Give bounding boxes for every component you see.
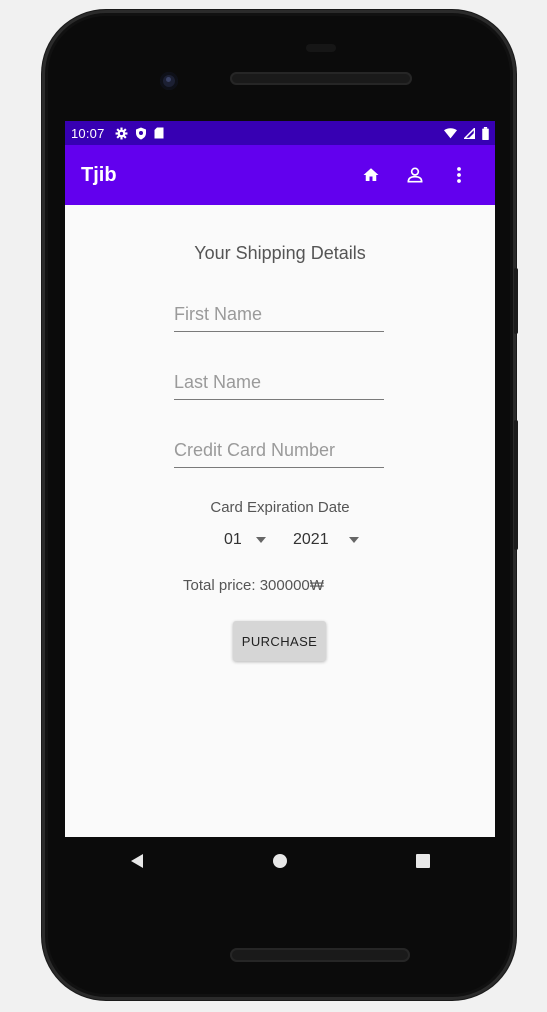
sd-card-icon bbox=[154, 127, 164, 139]
app-bar: Tjib bbox=[65, 145, 495, 205]
purchase-button[interactable]: PURCHASE bbox=[233, 621, 326, 661]
shield-icon bbox=[135, 127, 147, 140]
expiration-label: Card Expiration Date bbox=[210, 499, 350, 516]
volume-button[interactable] bbox=[514, 420, 518, 550]
status-time: 10:07 bbox=[71, 125, 105, 141]
app-title: Tjib bbox=[81, 163, 117, 186]
person-icon[interactable] bbox=[395, 155, 435, 195]
year-value: 2021 bbox=[293, 531, 329, 548]
device-screen: 10:07 Tjib Your Shipping Details First N… bbox=[65, 121, 495, 837]
first-name-field[interactable] bbox=[174, 299, 384, 332]
recents-icon[interactable] bbox=[399, 837, 447, 885]
month-value: 01 bbox=[224, 531, 242, 548]
total-price: Total price: 300000₩ bbox=[183, 577, 324, 594]
home-circle-icon[interactable] bbox=[256, 837, 304, 885]
dropdown-arrow-icon bbox=[348, 537, 359, 543]
wifi-icon bbox=[444, 127, 457, 139]
bottom-speaker bbox=[230, 948, 410, 962]
navigation-bar bbox=[65, 837, 495, 885]
last-name-field[interactable] bbox=[174, 367, 384, 400]
month-spinner[interactable]: 01 bbox=[224, 525, 266, 555]
front-camera bbox=[160, 72, 178, 90]
power-button[interactable] bbox=[514, 268, 518, 334]
shipping-form: Your Shipping Details Card Expiration Da… bbox=[65, 205, 495, 837]
back-icon[interactable] bbox=[113, 837, 161, 885]
signal-icon bbox=[464, 127, 475, 139]
proximity-sensor bbox=[306, 44, 336, 52]
status-bar: 10:07 bbox=[65, 121, 495, 145]
page-title: Your Shipping Details bbox=[194, 243, 366, 263]
dropdown-arrow-icon bbox=[255, 537, 266, 543]
battery-icon bbox=[482, 126, 489, 140]
year-spinner[interactable]: 2021 bbox=[293, 525, 359, 555]
last-name-input[interactable] bbox=[174, 367, 384, 397]
home-icon[interactable] bbox=[351, 155, 391, 195]
settings-icon bbox=[115, 127, 128, 140]
card-number-field[interactable] bbox=[174, 435, 384, 468]
earpiece-speaker bbox=[230, 72, 412, 85]
first-name-input[interactable] bbox=[174, 299, 384, 329]
card-number-input[interactable] bbox=[174, 435, 384, 465]
more-vert-icon[interactable] bbox=[439, 155, 479, 195]
